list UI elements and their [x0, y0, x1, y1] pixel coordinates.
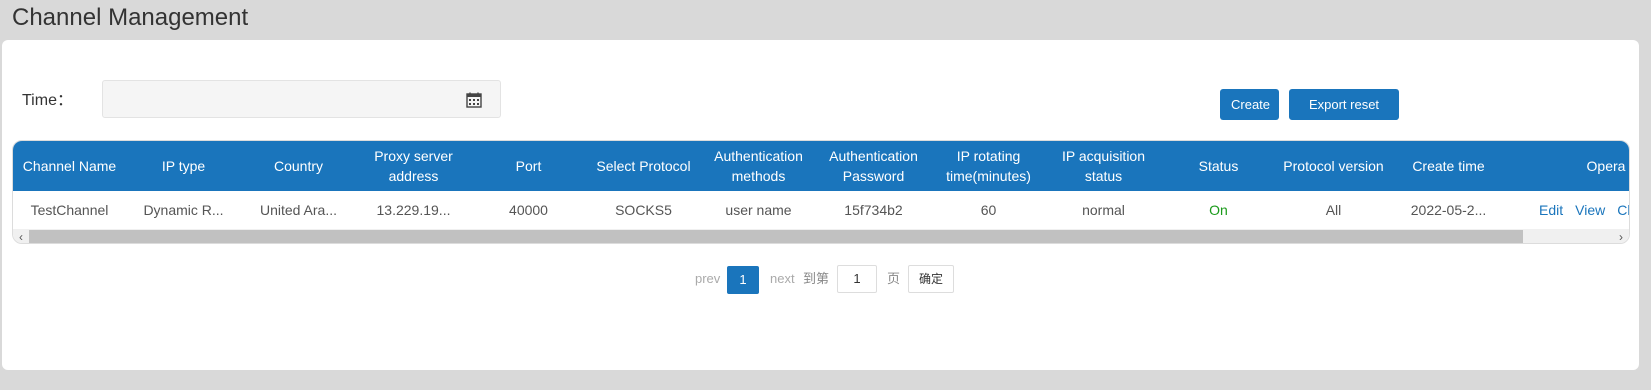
edit-link[interactable]: Edit: [1539, 202, 1563, 218]
column-header-status[interactable]: Status: [1161, 141, 1276, 191]
cell-create-time: 2022-05-2...: [1410, 202, 1487, 218]
column-header-select-protocol[interactable]: Select Protocol: [586, 141, 701, 191]
channel-table: Channel Name IP type Country Proxy serve…: [12, 140, 1630, 244]
goto-page-label: 到第: [803, 271, 830, 286]
prev-page-button[interactable]: prev: [695, 265, 720, 293]
column-header-operation[interactable]: Opera: [1506, 141, 1629, 191]
column-header-proxy-address[interactable]: Proxy server address: [356, 141, 471, 191]
column-header-create-time[interactable]: Create time: [1391, 141, 1506, 191]
cell-ip-acquisition-status: normal: [1082, 202, 1125, 218]
cell-auth-method: user name: [725, 202, 792, 218]
column-header-ip-type[interactable]: IP type: [126, 141, 241, 191]
table-header: Channel Name IP type Country Proxy serve…: [13, 141, 1629, 191]
column-header-auth-password[interactable]: Authentication Password: [816, 141, 931, 191]
goto-page-input[interactable]: 1: [837, 265, 877, 293]
cell-ip-type: Dynamic R...: [143, 202, 224, 218]
page-unit-label: 页: [887, 271, 901, 286]
export-reset-api-button[interactable]: Export reset API: [1289, 89, 1399, 143]
create-button[interactable]: Create: [1220, 89, 1279, 120]
column-header-ip-rotating-time[interactable]: IP rotating time(minutes): [931, 141, 1046, 191]
column-header-country[interactable]: Country: [241, 141, 356, 191]
cell-channel-name: TestChannel: [30, 202, 109, 218]
column-header-port[interactable]: Port: [471, 141, 586, 191]
content-panel: Time： Create Export reset API Channel Na…: [2, 40, 1639, 370]
close-link[interactable]: Clo: [1617, 202, 1629, 218]
time-filter-label: Time：: [22, 92, 73, 109]
cell-protocol-version: All: [1325, 202, 1342, 218]
next-page-button[interactable]: next: [770, 265, 795, 293]
column-header-protocol-version[interactable]: Protocol version: [1276, 141, 1391, 191]
cell-ip-rotating-time: 60: [980, 202, 997, 218]
cell-protocol: SOCKS5: [615, 202, 672, 218]
column-header-ip-acquisition-status[interactable]: IP acquisition status: [1046, 141, 1161, 191]
cell-country: United Ara...: [259, 202, 338, 218]
time-range-input[interactable]: [102, 80, 501, 118]
column-header-auth-methods[interactable]: Authentication methods: [701, 141, 816, 191]
page-title: Channel Management: [12, 4, 249, 31]
cell-port: 40000: [509, 202, 548, 218]
calendar-icon[interactable]: [466, 92, 482, 108]
table-row: TestChannel Dynamic R... United Ara... 1…: [13, 191, 1629, 229]
horizontal-scrollbar[interactable]: ‹ ›: [13, 229, 1629, 243]
cell-auth-password: 15f734b2: [844, 202, 903, 218]
scrollbar-thumb[interactable]: [29, 230, 1523, 243]
cell-operations: Edit View Clo: [1539, 191, 1629, 229]
cell-proxy-address: 13.229.19...: [376, 202, 451, 218]
scroll-left-arrow-icon[interactable]: ‹: [13, 229, 29, 243]
goto-confirm-button[interactable]: 确定: [908, 265, 954, 293]
cell-status: On: [1209, 202, 1228, 218]
view-link[interactable]: View: [1575, 202, 1605, 218]
column-header-channel-name[interactable]: Channel Name: [13, 141, 126, 191]
scroll-right-arrow-icon[interactable]: ›: [1613, 229, 1629, 243]
pagination: prev 1 next 到第 1 页 确定: [2, 265, 1639, 294]
page-number-current[interactable]: 1: [727, 266, 759, 294]
